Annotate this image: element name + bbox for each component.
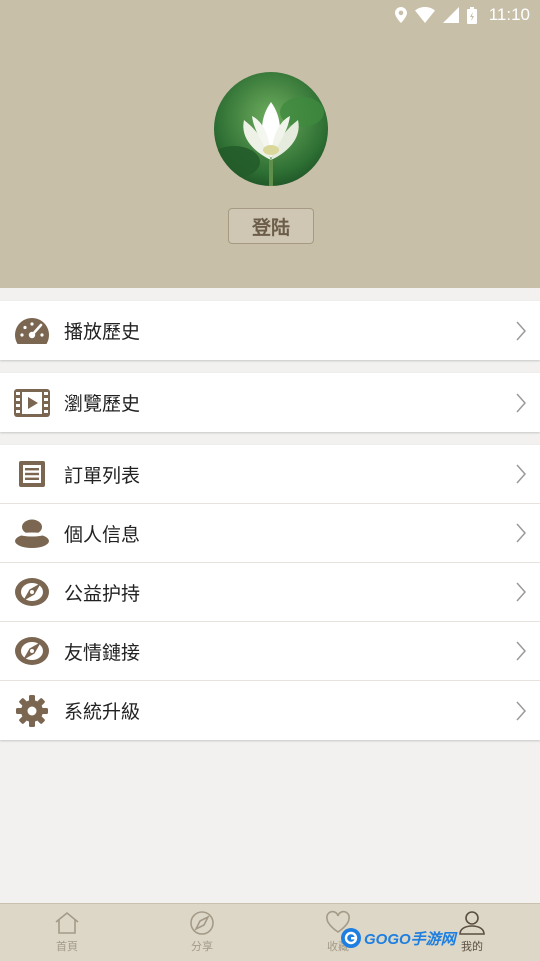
profile-icon <box>459 911 485 935</box>
watermark-logo: GOGO手游网 <box>340 925 456 951</box>
tab-label: 分享 <box>191 940 213 953</box>
menu-item-label: 瀏覽歷史 <box>64 393 141 415</box>
compass-icon <box>13 636 50 666</box>
menu-item-system-upgrade[interactable]: 系統升級 <box>0 681 540 740</box>
menu-group-play: 播放歷史 <box>0 301 540 360</box>
compass-icon <box>13 577 50 607</box>
person-icon <box>13 518 50 548</box>
share-icon <box>190 911 214 935</box>
tab-label: 首頁 <box>56 940 78 953</box>
status-bar: 11:10 <box>394 4 530 26</box>
menu-item-personal-info[interactable]: 個人信息 <box>0 504 540 563</box>
menu-item-orders[interactable]: 訂單列表 <box>0 445 540 504</box>
chevron-right-icon <box>516 464 526 484</box>
list-icon <box>13 459 50 489</box>
location-icon <box>394 7 407 23</box>
tab-share[interactable]: 分享 <box>162 904 242 961</box>
menu-group-main: 訂單列表 個人信息 公益护持 友情鏈接 系統升級 <box>0 445 540 740</box>
chevron-right-icon <box>516 393 526 412</box>
avatar[interactable] <box>214 72 328 186</box>
menu-item-label: 公益护持 <box>64 582 141 605</box>
menu-item-label: 系統升級 <box>64 701 141 723</box>
menu-item-friend-links[interactable]: 友情鏈接 <box>0 622 540 681</box>
menu-item-label: 訂單列表 <box>64 464 141 487</box>
profile-header: 11:10 登陆 <box>0 0 540 288</box>
menu-item-label: 播放歷史 <box>64 321 141 343</box>
lotus-avatar-image <box>214 72 328 186</box>
signal-icon <box>442 7 459 23</box>
gear-icon <box>13 694 50 727</box>
bottom-tab-bar: 首頁 分享 收藏 我的 <box>0 903 540 961</box>
menu-item-charity[interactable]: 公益护持 <box>0 563 540 622</box>
gogo-logo-icon <box>341 928 361 948</box>
clock: 11:10 <box>488 5 530 24</box>
tab-home[interactable]: 首頁 <box>27 904 107 961</box>
chevron-right-icon <box>516 321 526 340</box>
watermark-text: GOGO手游网 <box>364 930 456 948</box>
chevron-right-icon <box>516 582 526 602</box>
menu-item-browse-history[interactable]: 瀏覽歷史 <box>0 373 540 432</box>
tab-label: 我的 <box>461 940 483 953</box>
menu-item-label: 個人信息 <box>64 523 141 546</box>
speedometer-icon <box>13 316 50 346</box>
login-button[interactable]: 登陆 <box>228 208 314 244</box>
chevron-right-icon <box>516 701 526 720</box>
chevron-right-icon <box>516 641 526 661</box>
menu-item-label: 友情鏈接 <box>64 641 141 664</box>
home-icon <box>55 911 79 934</box>
menu-group-browse: 瀏覽歷史 <box>0 373 540 432</box>
menu-item-play-history[interactable]: 播放歷史 <box>0 301 540 360</box>
film-icon <box>13 388 50 418</box>
wifi-icon <box>414 7 435 23</box>
battery-icon <box>466 6 477 24</box>
chevron-right-icon <box>516 523 526 543</box>
